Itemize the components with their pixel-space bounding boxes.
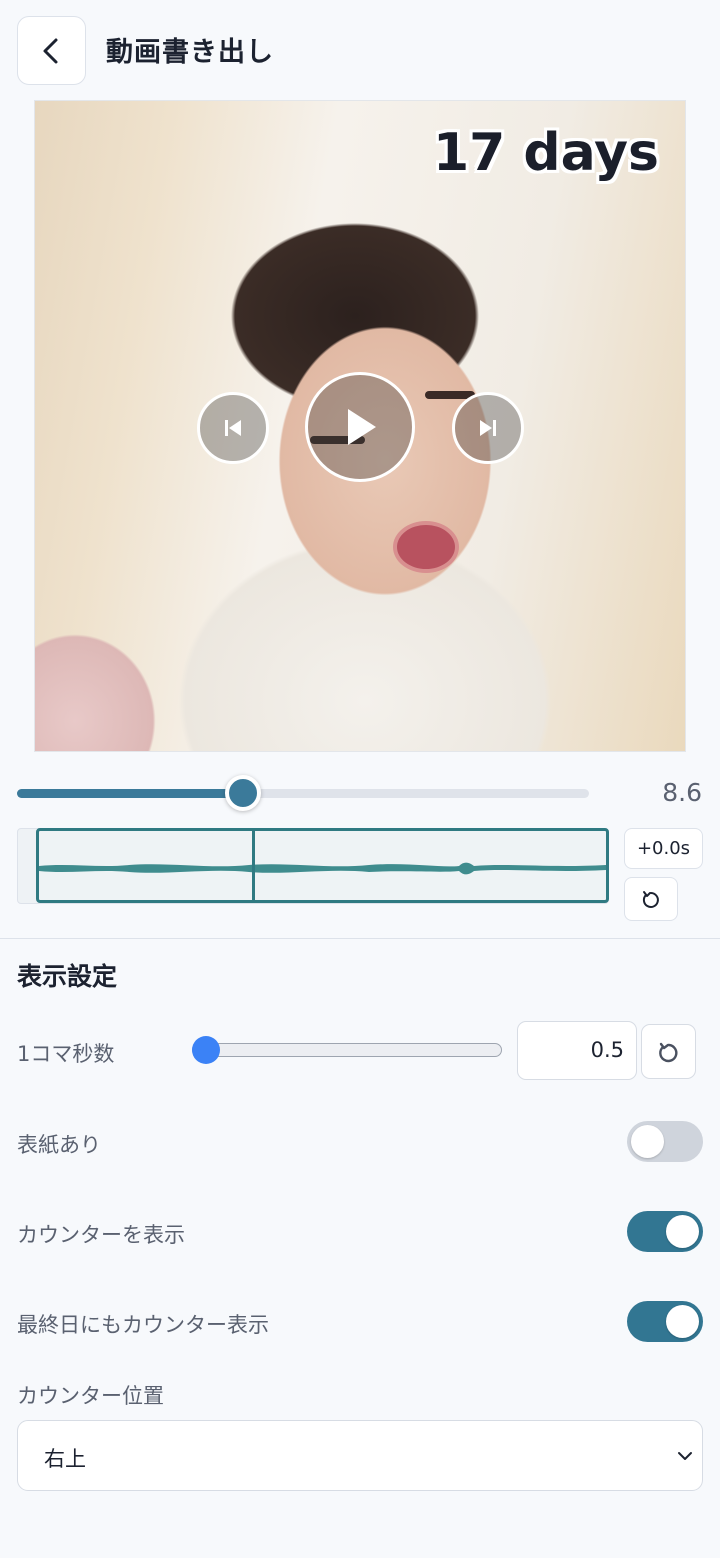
frame-seconds-label: 1コマ秒数 xyxy=(17,1042,115,1066)
play-icon xyxy=(348,409,376,445)
chevron-left-icon xyxy=(43,38,57,63)
page-title: 動画書き出し xyxy=(106,37,274,68)
show-counter-toggle[interactable] xyxy=(627,1211,703,1252)
photo-detail xyxy=(393,521,459,573)
last-day-counter-toggle[interactable] xyxy=(627,1301,703,1342)
counter-position-select[interactable]: 右上 xyxy=(17,1420,703,1491)
playback-slider-track[interactable] xyxy=(17,789,589,798)
divider xyxy=(0,938,720,939)
audio-waveform[interactable] xyxy=(36,828,609,903)
reset-icon xyxy=(658,1042,678,1062)
toggle-knob xyxy=(666,1305,699,1338)
select-value: 右上 xyxy=(44,1447,86,1471)
play-button[interactable] xyxy=(305,372,415,482)
playback-slider-thumb[interactable] xyxy=(224,775,261,811)
frame-seconds-slider-thumb[interactable] xyxy=(192,1036,220,1064)
cover-toggle[interactable] xyxy=(627,1121,703,1162)
skip-next-icon xyxy=(480,420,496,436)
frame-seconds-reset-button[interactable] xyxy=(641,1024,696,1079)
back-button[interactable] xyxy=(17,16,86,85)
toggle-knob xyxy=(631,1125,664,1158)
last-day-counter-label: 最終日にもカウンター表示 xyxy=(17,1313,269,1337)
waveform-cursor[interactable] xyxy=(251,830,255,902)
frame-seconds-slider-track[interactable] xyxy=(192,1043,502,1057)
waveform-graphic xyxy=(39,862,606,875)
chevron-down-icon xyxy=(678,1452,692,1460)
toggle-knob xyxy=(666,1215,699,1248)
next-button[interactable] xyxy=(452,392,524,464)
previous-button[interactable] xyxy=(197,392,269,464)
playback-time: 8.6 xyxy=(662,778,702,807)
reset-icon xyxy=(642,891,659,908)
skip-previous-icon xyxy=(225,420,241,436)
audio-offset-button[interactable]: +0.0s xyxy=(624,828,703,869)
counter-overlay: 17 days xyxy=(432,123,659,183)
cover-label: 表紙あり xyxy=(17,1133,101,1157)
audio-offset-reset-button[interactable] xyxy=(624,877,678,921)
counter-position-label: カウンター位置 xyxy=(17,1384,164,1408)
video-preview[interactable]: 17 days xyxy=(34,100,686,752)
show-counter-label: カウンターを表示 xyxy=(17,1223,185,1247)
section-title: 表示設定 xyxy=(17,962,118,991)
frame-seconds-input[interactable]: 0.5 xyxy=(517,1021,637,1080)
playback-slider-fill xyxy=(17,789,243,798)
